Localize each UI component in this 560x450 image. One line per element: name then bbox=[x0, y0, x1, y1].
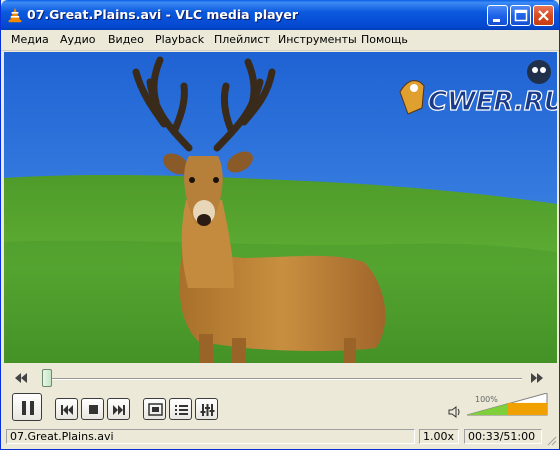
menu-playlist[interactable]: Плейлист bbox=[214, 33, 270, 46]
extended-settings-button[interactable] bbox=[195, 398, 218, 420]
vlc-cone-icon bbox=[8, 8, 22, 23]
minimize-icon bbox=[493, 19, 500, 22]
maximize-button[interactable] bbox=[510, 5, 531, 26]
maximize-icon bbox=[514, 9, 528, 22]
menu-media[interactable]: Медиа bbox=[11, 33, 49, 46]
menu-playback[interactable]: Playback bbox=[155, 33, 204, 46]
status-time[interactable]: 00:33/51:00 bbox=[464, 429, 542, 444]
status-speed[interactable]: 1.00x bbox=[419, 429, 459, 444]
playlist-button[interactable] bbox=[169, 398, 192, 420]
window-title: 07.Great.Plains.avi - VLC media player bbox=[27, 7, 298, 22]
menu-help[interactable]: Помощь bbox=[361, 33, 408, 46]
pause-icon bbox=[22, 401, 34, 415]
status-bar: 07.Great.Plains.avi 1.00x 00:33/51:00 bbox=[4, 427, 557, 446]
faster-icon[interactable] bbox=[530, 372, 544, 384]
previous-icon bbox=[61, 405, 73, 415]
volume-percent: 100% bbox=[475, 395, 498, 404]
fullscreen-button[interactable] bbox=[143, 398, 166, 420]
seek-handle[interactable] bbox=[41, 369, 52, 387]
volume-level-marker bbox=[507, 402, 547, 415]
slower-icon[interactable] bbox=[14, 372, 28, 384]
vlc-window: 07.Great.Plains.avi - VLC media player М… bbox=[0, 0, 560, 450]
next-icon bbox=[113, 405, 125, 415]
resize-grip-icon[interactable] bbox=[545, 434, 557, 446]
stop-button[interactable] bbox=[81, 398, 104, 420]
title-bar[interactable]: 07.Great.Plains.avi - VLC media player bbox=[1, 0, 559, 30]
status-filename: 07.Great.Plains.avi bbox=[6, 429, 415, 444]
playlist-icon bbox=[175, 405, 188, 415]
pause-button[interactable] bbox=[12, 393, 42, 421]
menu-tools[interactable]: Инструменты bbox=[278, 33, 357, 46]
volume-slider[interactable]: 100% bbox=[467, 393, 549, 417]
close-icon bbox=[538, 10, 549, 21]
extended-settings-icon bbox=[200, 404, 215, 416]
menu-audio[interactable]: Аудио bbox=[60, 33, 96, 46]
menu-video[interactable]: Видео bbox=[108, 33, 144, 46]
close-button[interactable] bbox=[533, 5, 554, 26]
video-area[interactable]: CWER.RU bbox=[4, 52, 557, 363]
seek-row bbox=[4, 366, 557, 390]
watermark-text: CWER.RU bbox=[428, 87, 557, 117]
video-frame: CWER.RU bbox=[4, 52, 557, 363]
previous-button[interactable] bbox=[55, 398, 78, 420]
menu-bar: Медиа Аудио Видео Playback Плейлист Инст… bbox=[1, 30, 559, 51]
fullscreen-icon bbox=[148, 403, 163, 416]
stop-icon bbox=[89, 405, 98, 414]
next-button[interactable] bbox=[107, 398, 130, 420]
minimize-button[interactable] bbox=[487, 5, 508, 26]
seek-track[interactable] bbox=[42, 378, 522, 380]
speaker-icon[interactable] bbox=[447, 405, 461, 419]
